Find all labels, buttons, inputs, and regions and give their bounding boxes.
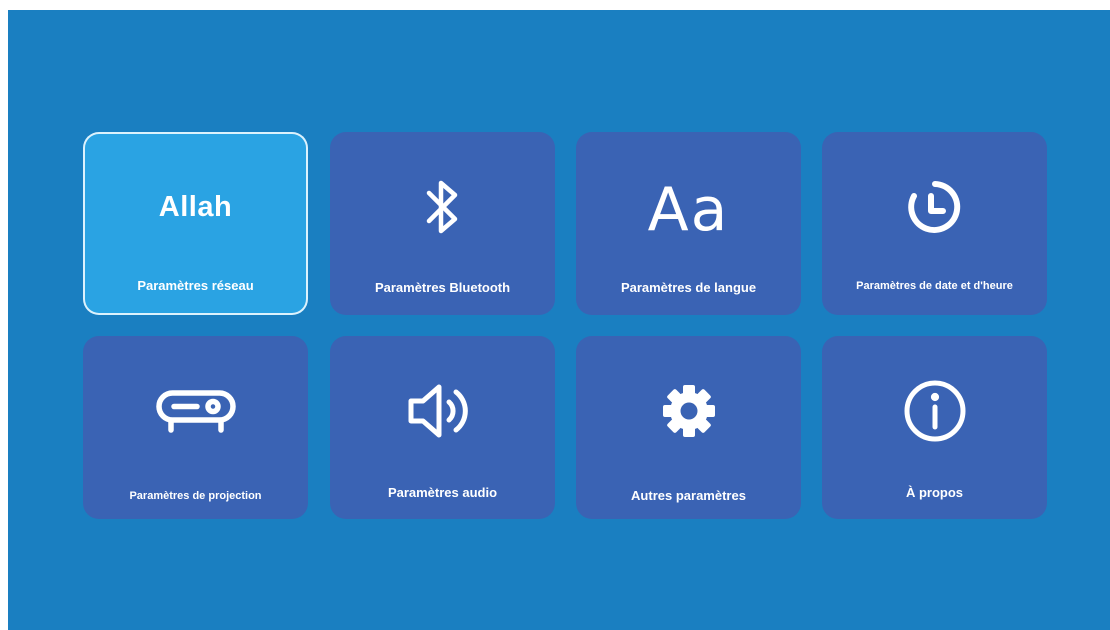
tile-network-settings[interactable]: Allah Paramètres réseau bbox=[83, 132, 308, 315]
tile-label-network: Paramètres réseau bbox=[137, 278, 254, 293]
network-icon-text: Allah bbox=[158, 190, 233, 223]
tile-bluetooth-settings[interactable]: Paramètres Bluetooth bbox=[330, 132, 555, 315]
tile-label-other: Autres paramètres bbox=[631, 488, 746, 503]
tile-audio-settings[interactable]: Paramètres audio bbox=[330, 336, 555, 519]
gear-icon bbox=[576, 376, 801, 446]
tile-label-language: Paramètres de langue bbox=[620, 280, 757, 295]
language-icon: Aa bbox=[576, 172, 801, 245]
network-icon-area: Allah bbox=[85, 172, 306, 242]
info-icon bbox=[822, 376, 1047, 446]
settings-screen: Allah Paramètres réseau Paramètres Bluet… bbox=[8, 10, 1110, 630]
bluetooth-icon bbox=[330, 172, 555, 242]
clock-icon bbox=[822, 172, 1047, 242]
tile-label-bluetooth: Paramètres Bluetooth bbox=[374, 280, 511, 295]
tile-projection-settings[interactable]: Paramètres de projection bbox=[83, 336, 308, 519]
language-icon-text: Aa bbox=[647, 175, 730, 245]
tile-about[interactable]: À propos bbox=[822, 336, 1047, 519]
tile-datetime-settings[interactable]: Paramètres de date et d'heure bbox=[822, 132, 1047, 315]
tile-language-settings[interactable]: Aa Paramètres de langue bbox=[576, 132, 801, 315]
tile-other-settings[interactable]: Autres paramètres bbox=[576, 336, 801, 519]
tile-label-audio: Paramètres audio bbox=[387, 485, 498, 500]
tile-label-about: À propos bbox=[905, 485, 964, 500]
projector-icon bbox=[83, 376, 308, 446]
tile-label-datetime: Paramètres de date et d'heure bbox=[856, 280, 1013, 292]
speaker-icon bbox=[330, 376, 555, 446]
tile-label-projection: Paramètres de projection bbox=[129, 490, 262, 502]
